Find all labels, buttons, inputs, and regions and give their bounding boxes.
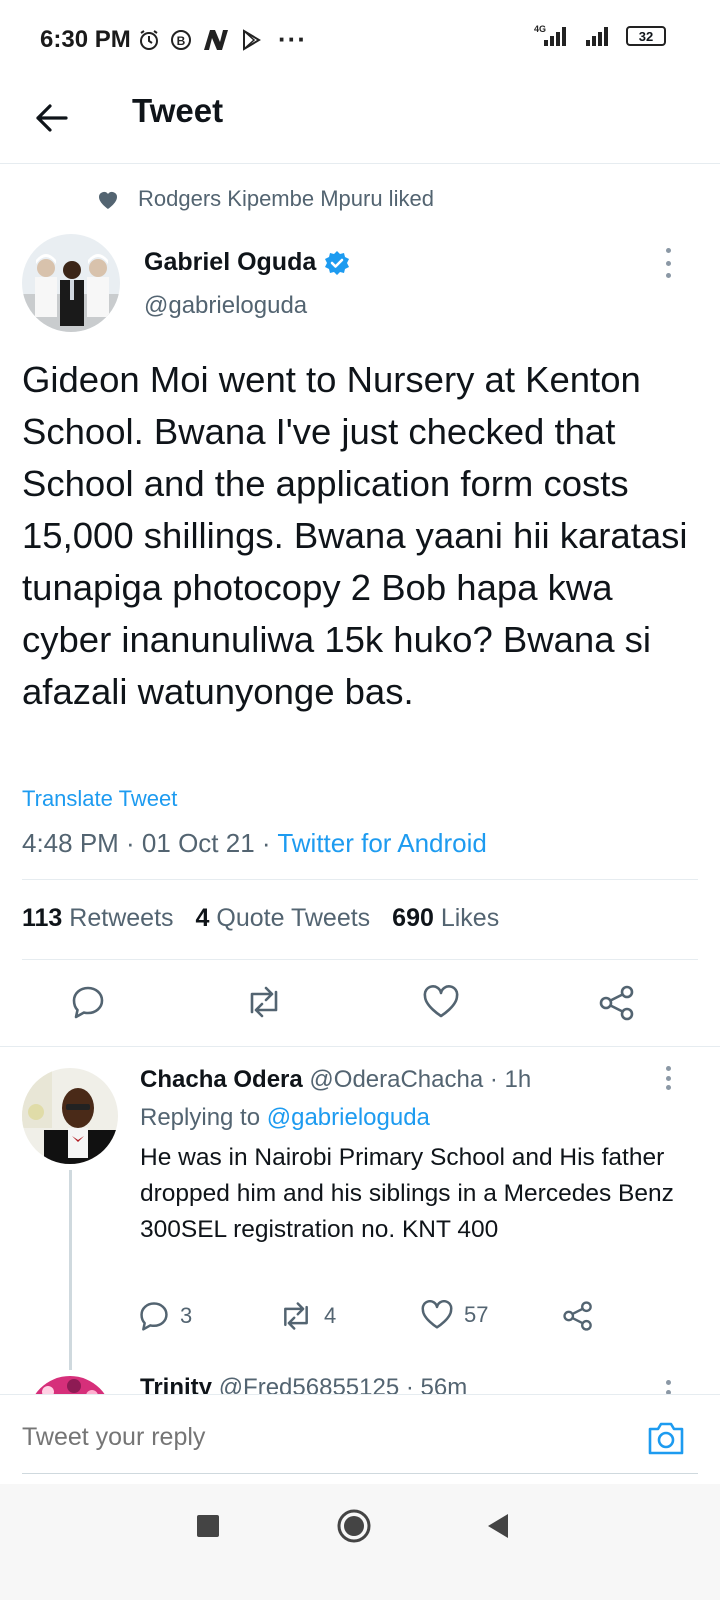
replying-to: Replying to @gabrieloguda xyxy=(140,1104,430,1132)
reply-reply-button[interactable]: 3 xyxy=(138,1300,192,1332)
reply-text: He was in Nairobi Primary School and His… xyxy=(140,1144,674,1243)
reply-like-count: 57 xyxy=(464,1302,489,1327)
notification-icons: B ··· xyxy=(138,24,307,55)
tweet-stats: 113 Retweets 4 Quote Tweets 690 Likes xyxy=(22,904,499,933)
reply-icon xyxy=(140,1302,168,1331)
divider xyxy=(22,959,698,960)
reply-time: · 56m xyxy=(399,1374,468,1396)
camera-icon[interactable] xyxy=(646,1419,686,1462)
quote-tweets-label: Quote Tweets xyxy=(216,904,371,932)
alarm-icon xyxy=(138,29,160,51)
reply-avatar[interactable] xyxy=(22,1068,118,1164)
author-avatar[interactable] xyxy=(22,234,120,332)
status-time: 6:30 PM xyxy=(40,26,131,53)
reply-icon[interactable] xyxy=(70,984,106,1025)
translate-tweet-link[interactable]: Translate Tweet xyxy=(22,786,177,812)
more-notifications-icon: ··· xyxy=(278,24,307,54)
next-reply-peek[interactable]: Trinity @Fred56855125 · 56m xyxy=(0,1372,720,1396)
replying-to-link[interactable]: @gabrieloguda xyxy=(267,1104,430,1131)
reply-composer xyxy=(0,1394,720,1484)
battery-icon: 32 xyxy=(626,26,666,46)
retweet-icon xyxy=(284,1302,308,1330)
reply-avatar[interactable] xyxy=(28,1376,112,1396)
status-bar: 6:30 PM B ··· 4G 32 xyxy=(0,0,720,80)
share-icon xyxy=(563,1301,592,1331)
reply-retweet-button[interactable]: 4 xyxy=(278,1300,336,1332)
reply-input[interactable] xyxy=(22,1423,582,1452)
quote-tweets-count: 4 xyxy=(195,904,210,932)
signal-4g-icon: 4G xyxy=(532,24,572,48)
retweet-icon[interactable] xyxy=(244,984,284,1025)
likes-count: 690 xyxy=(392,904,434,932)
verified-badge-icon xyxy=(325,250,350,275)
retweets-count: 113 xyxy=(22,904,63,932)
system-nav-bar xyxy=(0,1484,720,1600)
likes-label: Likes xyxy=(440,904,500,932)
reply-more-icon[interactable] xyxy=(662,1066,674,1090)
tweet-timestamp: 4:48 PM · 01 Oct 21 · xyxy=(22,828,278,858)
social-context: Rodgers Kipembe Mpuru liked xyxy=(96,186,434,212)
author-handle[interactable]: @gabrieloguda xyxy=(144,292,307,320)
back-arrow-icon[interactable] xyxy=(30,96,74,140)
author-name[interactable]: Gabriel Oguda xyxy=(144,248,316,277)
recent-apps-icon[interactable] xyxy=(196,1514,220,1543)
tweet-more-icon[interactable] xyxy=(662,248,674,278)
play-store-icon xyxy=(240,28,262,51)
quote-tweets-stat[interactable]: 4 Quote Tweets xyxy=(196,904,371,933)
reply-share-button[interactable] xyxy=(562,1300,594,1332)
b-app-icon: B xyxy=(170,29,192,51)
replying-prefix: Replying to xyxy=(140,1104,267,1131)
reply-author-handle[interactable]: @Fred56855125 xyxy=(219,1374,400,1396)
reply-header: Trinity @Fred56855125 · 56m xyxy=(140,1374,467,1396)
thread-line xyxy=(69,1170,72,1370)
retweets-stat[interactable]: 113 Retweets xyxy=(22,904,174,933)
divider xyxy=(0,1046,720,1047)
divider xyxy=(22,879,698,880)
tweet-text: Gideon Moi went to Nursery at Kenton Sch… xyxy=(22,359,688,712)
reply-header: Chacha Odera @OderaChacha · 1h xyxy=(140,1066,531,1094)
like-icon xyxy=(421,1300,453,1329)
input-underline xyxy=(22,1473,698,1474)
reply-time: · 1h xyxy=(483,1066,532,1093)
reply-author-name[interactable]: Chacha Odera xyxy=(140,1066,303,1093)
signal-icon xyxy=(584,24,614,48)
n-app-icon xyxy=(202,28,230,52)
tweet-metadata: 4:48 PM · 01 Oct 21 · Twitter for Androi… xyxy=(22,828,487,859)
reply-like-button[interactable]: 57 xyxy=(420,1300,488,1330)
like-icon[interactable] xyxy=(422,985,460,1024)
system-icons: 4G 32 xyxy=(532,24,666,48)
reply-retweet-count: 4 xyxy=(324,1303,337,1328)
page-title: Tweet xyxy=(132,92,224,129)
retweets-label: Retweets xyxy=(69,904,174,932)
liked-by-text: Rodgers Kipembe Mpuru liked xyxy=(138,186,434,211)
share-icon[interactable] xyxy=(598,984,636,1027)
author-name-row[interactable]: Gabriel Oguda xyxy=(144,248,350,277)
likes-stat[interactable]: 690 Likes xyxy=(392,904,499,933)
svg-text:B: B xyxy=(177,34,186,48)
app-bar: Tweet xyxy=(0,80,720,164)
reply-author-name[interactable]: Trinity xyxy=(140,1374,212,1396)
reply-author-handle[interactable]: @OderaChacha xyxy=(309,1066,483,1093)
heart-filled-icon xyxy=(99,192,117,209)
back-triangle-icon[interactable] xyxy=(484,1512,512,1545)
network-type: 4G xyxy=(534,24,546,34)
tweet-source-link[interactable]: Twitter for Android xyxy=(277,828,487,858)
home-icon[interactable] xyxy=(336,1508,372,1549)
reply-reply-count: 3 xyxy=(180,1303,193,1328)
